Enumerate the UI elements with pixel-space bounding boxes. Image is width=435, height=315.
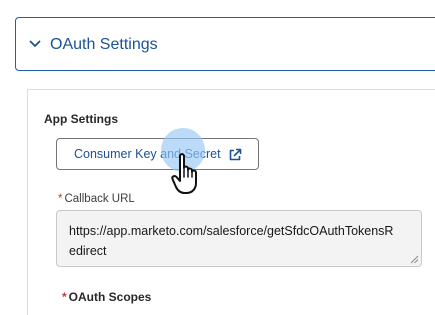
oauth-scopes-label-text: OAuth Scopes: [68, 290, 152, 304]
app-settings-heading: App Settings: [44, 112, 118, 126]
resize-grip-icon[interactable]: [410, 255, 419, 264]
required-marker: *: [58, 193, 63, 205]
callback-url-label: * Callback URL: [58, 193, 135, 205]
hand-pointer-icon: [171, 153, 197, 194]
chevron-down-icon[interactable]: [29, 39, 41, 49]
oauth-settings-page: OAuth Settings App Settings Consumer Key…: [0, 0, 435, 315]
external-link-icon: [229, 148, 242, 161]
callback-url-line-1: https://app.marketo.com/salesforce/getSf…: [69, 224, 394, 238]
callback-url-label-text: Callback URL: [64, 193, 135, 205]
consumer-key-secret-button[interactable]: Consumer Key and Secret: [56, 138, 259, 170]
oauth-scopes-label: * OAuth Scopes: [62, 290, 151, 304]
oauth-settings-title[interactable]: OAuth Settings: [50, 35, 158, 55]
oauth-settings-accordion[interactable]: OAuth Settings: [15, 17, 435, 71]
callback-url-textarea[interactable]: https://app.marketo.com/salesforce/getSf…: [56, 210, 422, 267]
required-marker: *: [62, 290, 67, 304]
callback-url-line-2: edirect: [69, 244, 107, 258]
